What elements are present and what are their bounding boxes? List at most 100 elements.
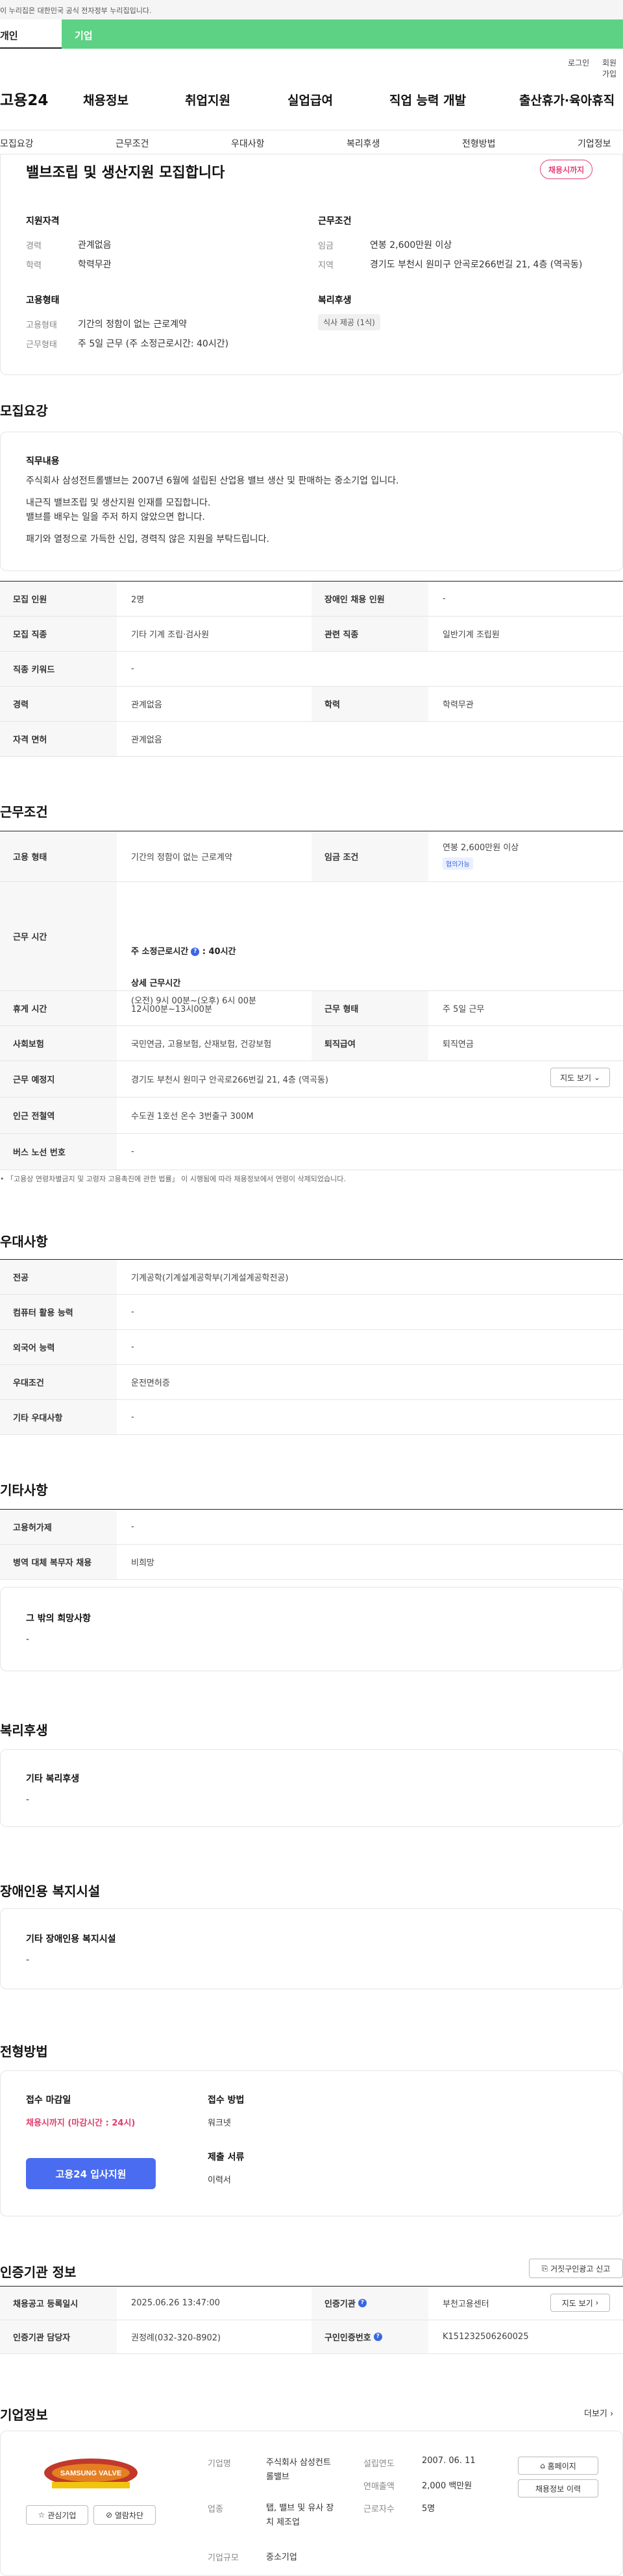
info-icon[interactable]: ? — [358, 2299, 367, 2307]
table-row: 경력 관계없음 학력 학력무관 — [0, 687, 623, 722]
cert-table: 채용공고 등록일시 2025.06.26 13:47:00 인증기관? 부천고용… — [0, 2286, 623, 2354]
table-row: 휴게 시간 12시00분~13시00분 근무 형태 주 5일 근무 — [0, 991, 623, 1026]
sales-value: 2,000 백만원 — [422, 2481, 472, 2491]
join-link[interactable]: 회원가입 — [602, 57, 623, 79]
site-logo[interactable]: 고용24 — [0, 88, 48, 110]
region-value: 경기도 부천시 원미구 안곡로266번길 21, 4층 (역곡동) — [370, 260, 583, 270]
region-label: 지역 — [318, 261, 334, 271]
education-value: 학력무관 — [78, 260, 112, 270]
work-heading: 근무조건 — [0, 804, 48, 820]
company-more-link[interactable]: 더보기 › — [584, 2407, 613, 2419]
table-row: 채용공고 등록일시 2025.06.26 13:47:00 인증기관? 부천고용… — [0, 2287, 623, 2320]
section-nav-preference[interactable]: 우대사항 — [231, 137, 265, 150]
table-row: 근무 예정지 경기도 부천시 원미구 안곡로266번길 21, 4층 (역곡동) — [0, 1061, 623, 1098]
etc-table: 고용허가제 - 병역 대체 복무자 채용 비희망 — [0, 1509, 623, 1580]
other-wishes-card — [0, 1587, 623, 1671]
employees-label: 근로자수 — [363, 2505, 395, 2514]
home-icon: ⌂ — [540, 2461, 548, 2470]
table-row: 직종 키워드 - — [0, 652, 623, 687]
gnb-jobs[interactable]: 채용정보 — [83, 91, 128, 108]
welfare-chip: 식사 제공 (1식) — [318, 314, 380, 330]
section-nav-welfare[interactable]: 복리후생 — [347, 137, 380, 150]
section-nav: 모집요강 근무조건 우대사항 복리후생 전형방법 기업정보 — [0, 130, 623, 154]
age-note: • 「고용상 연령차별금지 및 고령자 고용촉진에 관한 법률」 이 시행됨에 … — [0, 1175, 346, 1183]
method-value: 워크넷 — [208, 2118, 231, 2128]
tab-personal[interactable]: 개인 — [0, 19, 62, 49]
established-value: 2007. 06. 11 — [422, 2456, 476, 2466]
welfare-heading: 복리후생 — [318, 295, 352, 306]
gnb-employment-support[interactable]: 취업지원 — [185, 91, 230, 108]
table-row: 고용 형태 기간의 정함이 없는 근로계약 임금 조건 연봉 2,600만원 이… — [0, 831, 623, 882]
user-type-tabs: 개인 기업 — [0, 19, 623, 49]
duty-text: 주식회사 삼성전트롤밸브는 2007년 6월에 설립된 산업용 밸브 생산 및 … — [26, 476, 399, 545]
table-row: 인증기관 담당자 권정례(032-320-8902) 구인인증번호? K1512… — [0, 2320, 623, 2354]
duty-heading: 직무내용 — [26, 456, 60, 467]
gnb-unemployment-benefit[interactable]: 실업급여 — [287, 91, 333, 108]
hiring-history-button[interactable]: 채용정보 이력 — [518, 2479, 598, 2497]
deadline-heading: 접수 마감일 — [26, 2095, 71, 2105]
disabled-facility-sub: 기타 장애인용 복지시설 — [26, 1934, 116, 1944]
section-nav-recruit[interactable]: 모집요강 — [0, 137, 34, 150]
section-nav-company[interactable]: 기업정보 — [578, 137, 611, 150]
table-row: 사회보험 국민연금, 고용보험, 산재보험, 건강보험 퇴직급여 퇴직연금 — [0, 1026, 623, 1061]
preference-table: 전공 기계공학(기계설계공학부(기계설계공학전공) 컴퓨터 활용 능력 - 외국어 … — [0, 1259, 623, 1435]
qualification-heading: 지원자격 — [26, 216, 60, 227]
apply-button[interactable]: 고용24 입사지원 — [26, 2158, 156, 2189]
table-row: 고용허가제 - — [0, 1510, 623, 1545]
company-industry-label: 업종 — [208, 2505, 223, 2514]
worktype-value: 주 5일 근무 (주 소정근로시간: 40시간) — [78, 339, 229, 349]
table-row: 우대조건 운전면허증 — [0, 1365, 623, 1400]
welfare-section-heading: 복리후생 — [0, 1723, 48, 1738]
established-label: 설립연도 — [363, 2459, 395, 2469]
table-row: 인근 전철역 수도권 1호선 온수 3번출구 300M — [0, 1098, 623, 1134]
welfare-sub-heading: 기타 복리후생 — [26, 1774, 80, 1784]
table-row: 모집 인원 2명 장애인 채용 인원 - — [0, 582, 623, 617]
work-table: 고용 형태 기간의 정함이 없는 근로계약 임금 조건 연봉 2,600만원 이… — [0, 831, 623, 1170]
deadline-value: 채용시까지 (마감시간 : 24시) — [26, 2118, 136, 2128]
process-heading: 전형방법 — [0, 2044, 48, 2059]
report-fake-ad-button[interactable]: ⎘ 거짓구인광고 신고 — [529, 2259, 623, 2278]
company-name-label: 기업명 — [208, 2459, 231, 2469]
worktype-label: 근무형태 — [26, 340, 57, 350]
docs-value: 이력서 — [208, 2176, 231, 2185]
process-card — [0, 2070, 623, 2216]
section-nav-process[interactable]: 전형방법 — [462, 137, 496, 150]
company-size-value: 중소기업 — [266, 2553, 297, 2562]
table-row: 전공 기계공학(기계설계공학부(기계설계공학전공) — [0, 1260, 623, 1295]
table-row: 근무 시간 주 소정근로시간? : 40시간 상세 근무시간 (오전) 9시 0… — [0, 882, 623, 1006]
gnb-vocational-training[interactable]: 직업 능력 개발 — [389, 91, 466, 108]
sales-label: 연매출액 — [363, 2482, 395, 2492]
report-icon: ⎘ — [541, 2263, 551, 2273]
career-label: 경력 — [26, 241, 42, 251]
deadline-badge: 채용시까지 — [540, 160, 593, 179]
emptype-label: 고용형태 — [26, 321, 57, 330]
homepage-button[interactable]: ⌂ 홈페이지 — [518, 2457, 598, 2475]
company-logo: SAMSUNG VALVE — [44, 2459, 138, 2488]
section-nav-conditions[interactable]: 근무조건 — [116, 137, 149, 150]
company-industry-value: 탭, 밸브 및 유사 장치 제조업 — [266, 2503, 334, 2527]
map-view-button[interactable]: 지도 보기 ⌄ — [550, 1068, 610, 1087]
star-icon: ☆ — [38, 2510, 48, 2520]
svg-text:SAMSUNG VALVE: SAMSUNG VALVE — [60, 2470, 121, 2477]
wage-value: 연봉 2,600만원 이상 — [370, 240, 452, 251]
interest-company-button[interactable]: ☆ 관심기업 — [26, 2505, 88, 2525]
company-name-value: 주식회사 삼성컨트롤밸브 — [266, 2458, 331, 2482]
cert-map-button[interactable]: 지도 보기 › — [550, 2294, 610, 2312]
conditions-heading: 근무조건 — [318, 216, 352, 227]
tab-company[interactable]: 기업 — [62, 19, 623, 49]
gov-notice-text: 이 누리집은 대한민국 공식 전자정부 누리집입니다. — [0, 6, 152, 15]
disabled-facility-card — [0, 1908, 623, 1989]
table-row: 외국어 능력 - — [0, 1330, 623, 1365]
block-view-button[interactable]: ⊘ 열람차단 — [93, 2505, 156, 2525]
table-row: 기타 우대사항 - — [0, 1400, 623, 1435]
table-row: 자격 면허 관계없음 — [0, 722, 623, 757]
disabled-facility-heading: 장애인용 복지시설 — [0, 1883, 101, 1899]
company-size-label: 기업규모 — [208, 2553, 239, 2563]
info-icon[interactable]: ? — [191, 948, 200, 956]
gnb-parental-leave[interactable]: 출산휴가·육아휴직 — [519, 91, 615, 108]
negotiable-tag: 협의가능 — [443, 857, 473, 870]
login-link[interactable]: 로그인 — [568, 57, 589, 68]
emptype-value: 기간의 정함이 없는 근로계약 — [78, 319, 187, 330]
block-icon: ⊘ — [105, 2510, 115, 2520]
info-icon[interactable]: ? — [373, 2333, 382, 2341]
